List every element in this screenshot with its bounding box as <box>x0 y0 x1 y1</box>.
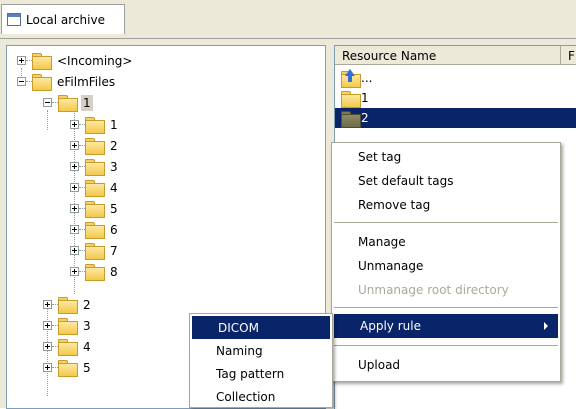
expand-icon[interactable] <box>43 321 52 330</box>
tree-node-label: 4 <box>83 339 91 354</box>
tree-node-label: 4 <box>110 180 118 195</box>
tree-node-3[interactable]: 3 <box>43 315 93 336</box>
folder-icon <box>85 201 105 218</box>
tree-line <box>47 110 48 130</box>
expand-icon[interactable] <box>70 225 79 234</box>
resource-row-parent[interactable]: ... <box>335 68 576 88</box>
collapse-icon[interactable] <box>43 98 52 107</box>
tree-node-label: eFilmFiles <box>57 74 116 89</box>
menu-item-set-default-tags[interactable]: Set default tags <box>332 169 560 193</box>
expand-icon[interactable] <box>43 363 52 372</box>
expand-icon[interactable] <box>43 300 52 309</box>
folder-icon <box>85 117 105 134</box>
tree-node-1-1[interactable]: 1 <box>70 114 120 135</box>
tree-node-label: 2 <box>110 138 118 153</box>
tree-node-label: 3 <box>83 318 91 333</box>
folder-icon <box>85 222 105 239</box>
tree-node-label: 7 <box>110 243 118 258</box>
menu-separator <box>334 222 558 223</box>
resource-name: 2 <box>361 111 369 125</box>
tree-node-label: 8 <box>110 264 118 279</box>
folder-icon <box>85 138 105 155</box>
folder-icon <box>58 339 78 356</box>
folder-icon <box>85 159 105 176</box>
tree-node-5[interactable]: 5 <box>43 357 93 378</box>
tree-node-1-5[interactable]: 5 <box>70 198 120 219</box>
submenu-item-naming[interactable]: Naming <box>190 339 332 362</box>
tree-node-1-8[interactable]: 8 <box>70 261 120 282</box>
tree-node-label: 2 <box>83 297 91 312</box>
tree-node-2[interactable]: 2 <box>43 294 93 315</box>
collapse-icon[interactable] <box>17 77 26 86</box>
expand-icon[interactable] <box>70 204 79 213</box>
menu-item-remove-tag[interactable]: Remove tag <box>332 193 560 217</box>
expand-icon[interactable] <box>70 141 79 150</box>
expand-icon[interactable] <box>70 246 79 255</box>
menu-item-apply-rule[interactable]: Apply rule <box>334 314 558 338</box>
menu-item-label: Apply rule <box>360 319 421 333</box>
tree-node-incoming[interactable]: <Incoming> <box>17 50 134 71</box>
resource-header: Resource Name F <box>335 46 576 65</box>
folder-icon <box>85 243 105 260</box>
tree-node-1-7[interactable]: 7 <box>70 240 120 261</box>
tab-label: Local archive <box>26 12 105 27</box>
tree-node-label: 1 <box>110 117 118 132</box>
column-header-resource-name[interactable]: Resource Name <box>335 46 561 65</box>
folder-icon <box>341 110 361 128</box>
expand-icon[interactable] <box>70 162 79 171</box>
submenu-arrow-icon <box>544 322 548 330</box>
expand-icon[interactable] <box>43 342 52 351</box>
resource-row-selected[interactable]: 2 <box>335 108 576 128</box>
folder-icon <box>85 180 105 197</box>
folder-icon <box>58 360 78 377</box>
resource-name: ... <box>361 71 373 85</box>
tree-node-label: 5 <box>110 201 118 216</box>
tree-node-1[interactable]: 1 <box>43 92 93 113</box>
tree-node-1-3[interactable]: 3 <box>70 156 120 177</box>
tree-node-label: 5 <box>83 360 91 375</box>
menu-item-set-tag[interactable]: Set tag <box>332 145 560 169</box>
window-icon <box>7 13 21 26</box>
column-header-second[interactable]: F <box>561 46 576 65</box>
submenu-item-tag-pattern[interactable]: Tag pattern <box>190 362 332 385</box>
folder-icon <box>32 53 52 70</box>
folder-up-icon <box>341 68 361 88</box>
tree-node-label: 6 <box>110 222 118 237</box>
tree-node-label: 1 <box>81 94 93 111</box>
folder-icon <box>85 264 105 281</box>
folder-icon <box>341 90 361 108</box>
expand-icon[interactable] <box>70 267 79 276</box>
tab-local-archive[interactable]: Local archive <box>1 4 125 34</box>
tree-node-label: 3 <box>110 159 118 174</box>
folder-icon <box>32 74 52 91</box>
menu-item-unmanage-root-directory: Unmanage root directory <box>358 283 509 297</box>
context-menu: Set tag Set default tags Remove tag Mana… <box>331 142 561 382</box>
submenu-item-collection[interactable]: Collection <box>190 385 332 408</box>
resource-name: 1 <box>361 91 369 105</box>
tree-node-1-6[interactable]: 6 <box>70 219 120 240</box>
folder-icon <box>58 95 78 112</box>
tree-node-efilmfiles[interactable]: eFilmFiles <box>17 71 117 92</box>
submenu-item-dicom[interactable]: DICOM <box>192 316 330 339</box>
expand-icon[interactable] <box>70 183 79 192</box>
resource-row[interactable]: 1 <box>335 88 576 108</box>
tab-bar: Local archive <box>0 0 576 38</box>
tree-node-label: <Incoming> <box>57 53 133 68</box>
menu-separator <box>334 307 558 308</box>
folder-icon <box>58 297 78 314</box>
menu-item-upload[interactable]: Upload <box>332 353 560 377</box>
tree-node-1-4[interactable]: 4 <box>70 177 120 198</box>
tree-node-4[interactable]: 4 <box>43 336 93 357</box>
apply-rule-submenu: DICOM Naming Tag pattern Collection <box>189 313 333 408</box>
expand-icon[interactable] <box>70 120 79 129</box>
expand-icon[interactable] <box>17 56 26 65</box>
tree-node-1-2[interactable]: 2 <box>70 135 120 156</box>
menu-separator <box>334 345 558 346</box>
menu-item-unmanage[interactable]: Unmanage <box>332 254 560 278</box>
folder-icon <box>58 318 78 335</box>
menu-item-manage[interactable]: Manage <box>332 230 560 254</box>
